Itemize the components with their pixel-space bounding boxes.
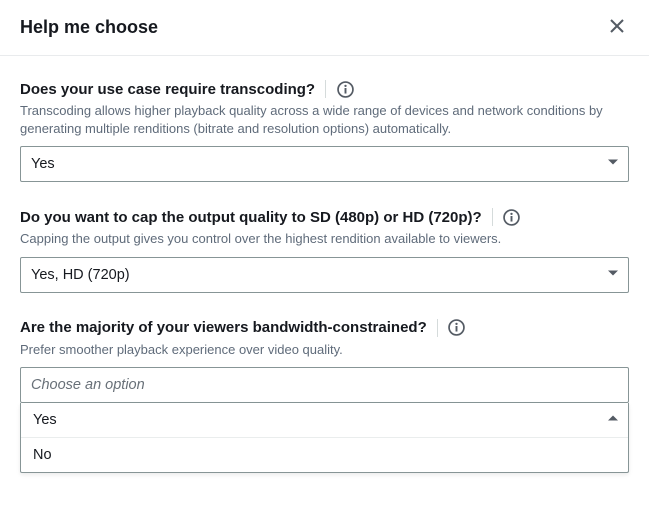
divider xyxy=(492,208,493,226)
close-button[interactable] xyxy=(605,14,629,41)
info-icon[interactable] xyxy=(336,80,354,98)
bandwidth-option-no[interactable]: No xyxy=(21,437,628,472)
cap-select[interactable]: Yes, HD (720p) xyxy=(20,257,629,293)
chevron-up-icon xyxy=(607,412,619,428)
divider xyxy=(437,319,438,337)
transcoding-help: Transcoding allows higher playback quali… xyxy=(20,102,629,138)
divider xyxy=(325,80,326,98)
modal-body: Does your use case require transcoding? … xyxy=(0,56,649,493)
cap-value: Yes, HD (720p) xyxy=(31,267,130,283)
transcoding-select[interactable]: Yes xyxy=(20,146,629,182)
bandwidth-option-yes[interactable]: Yes xyxy=(21,403,628,437)
field-cap-quality: Do you want to cap the output quality to… xyxy=(20,208,629,292)
transcoding-value: Yes xyxy=(31,156,55,172)
cap-help: Capping the output gives you control ove… xyxy=(20,230,629,248)
field-transcoding: Does your use case require transcoding? … xyxy=(20,80,629,182)
chevron-down-icon xyxy=(607,267,619,283)
info-icon[interactable] xyxy=(503,208,521,226)
bandwidth-select[interactable]: Choose an option xyxy=(20,367,629,403)
info-icon[interactable] xyxy=(448,319,466,337)
bandwidth-placeholder: Choose an option xyxy=(31,377,145,393)
modal-header: Help me choose xyxy=(0,0,649,56)
bandwidth-dropdown: Yes No xyxy=(20,403,629,473)
chevron-down-icon xyxy=(607,156,619,172)
close-icon xyxy=(609,18,625,37)
bandwidth-label: Are the majority of your viewers bandwid… xyxy=(20,319,427,336)
modal-title: Help me choose xyxy=(20,17,158,38)
bandwidth-help: Prefer smoother playback experience over… xyxy=(20,341,629,359)
transcoding-label: Does your use case require transcoding? xyxy=(20,81,315,98)
field-bandwidth: Are the majority of your viewers bandwid… xyxy=(20,319,629,473)
cap-label: Do you want to cap the output quality to… xyxy=(20,209,482,226)
